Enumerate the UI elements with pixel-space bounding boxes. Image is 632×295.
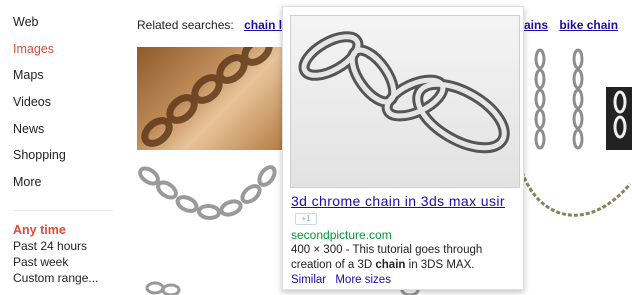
- nav-maps[interactable]: Maps: [13, 67, 123, 94]
- nav-videos[interactable]: Videos: [13, 94, 123, 121]
- nav-shopping[interactable]: Shopping: [13, 147, 123, 174]
- nav-web[interactable]: Web: [13, 14, 123, 41]
- related-label: Related searches:: [137, 18, 234, 32]
- related-link-bike-chain[interactable]: bike chain: [559, 18, 618, 32]
- nav-more[interactable]: More: [13, 174, 123, 201]
- nav-images[interactable]: Images: [13, 41, 123, 68]
- image-thumbnail-silver-chain[interactable]: [137, 162, 282, 238]
- image-thumbnail-bottom-left[interactable]: [137, 278, 282, 295]
- nav-divider: [13, 210, 113, 211]
- image-preview-card: 3d chrome chain in 3ds max usir +1 secon…: [282, 6, 524, 290]
- time-filter: Any time Past 24 hours Past week Custom …: [13, 222, 98, 286]
- image-thumbnail-rusty-chain[interactable]: [137, 47, 282, 150]
- preview-desc-bold: chain: [375, 259, 406, 271]
- preview-image-chrome-chain[interactable]: [290, 15, 520, 188]
- time-filter-24h[interactable]: Past 24 hours: [13, 238, 98, 254]
- preview-source-url[interactable]: secondpicture.com: [291, 228, 392, 242]
- similar-link[interactable]: Similar: [291, 274, 326, 286]
- preview-desc-suffix: in 3DS MAX.: [405, 259, 475, 271]
- plus-one-button[interactable]: +1: [295, 213, 317, 225]
- preview-title-link[interactable]: 3d chrome chain in 3ds max usir: [291, 192, 521, 210]
- time-filter-custom[interactable]: Custom range...: [13, 270, 98, 286]
- image-thumbnail-fine-chain[interactable]: [520, 162, 632, 238]
- left-nav: Web Images Maps Videos News Shopping Mor…: [13, 14, 123, 285]
- time-filter-any[interactable]: Any time: [13, 222, 98, 238]
- related-searches: Related searches: chain lin: [137, 18, 293, 32]
- related-searches-right: ains bike chain: [524, 18, 626, 32]
- image-thumbnail-hanging-chains[interactable]: [520, 47, 632, 150]
- preview-actions: Similar More sizes: [291, 274, 397, 286]
- more-sizes-link[interactable]: More sizes: [335, 274, 391, 286]
- time-filter-week[interactable]: Past week: [13, 254, 98, 270]
- related-link-ains[interactable]: ains: [524, 18, 548, 32]
- preview-description: 400 × 300 - This tutorial goes through c…: [291, 243, 519, 273]
- nav-news[interactable]: News: [13, 121, 123, 148]
